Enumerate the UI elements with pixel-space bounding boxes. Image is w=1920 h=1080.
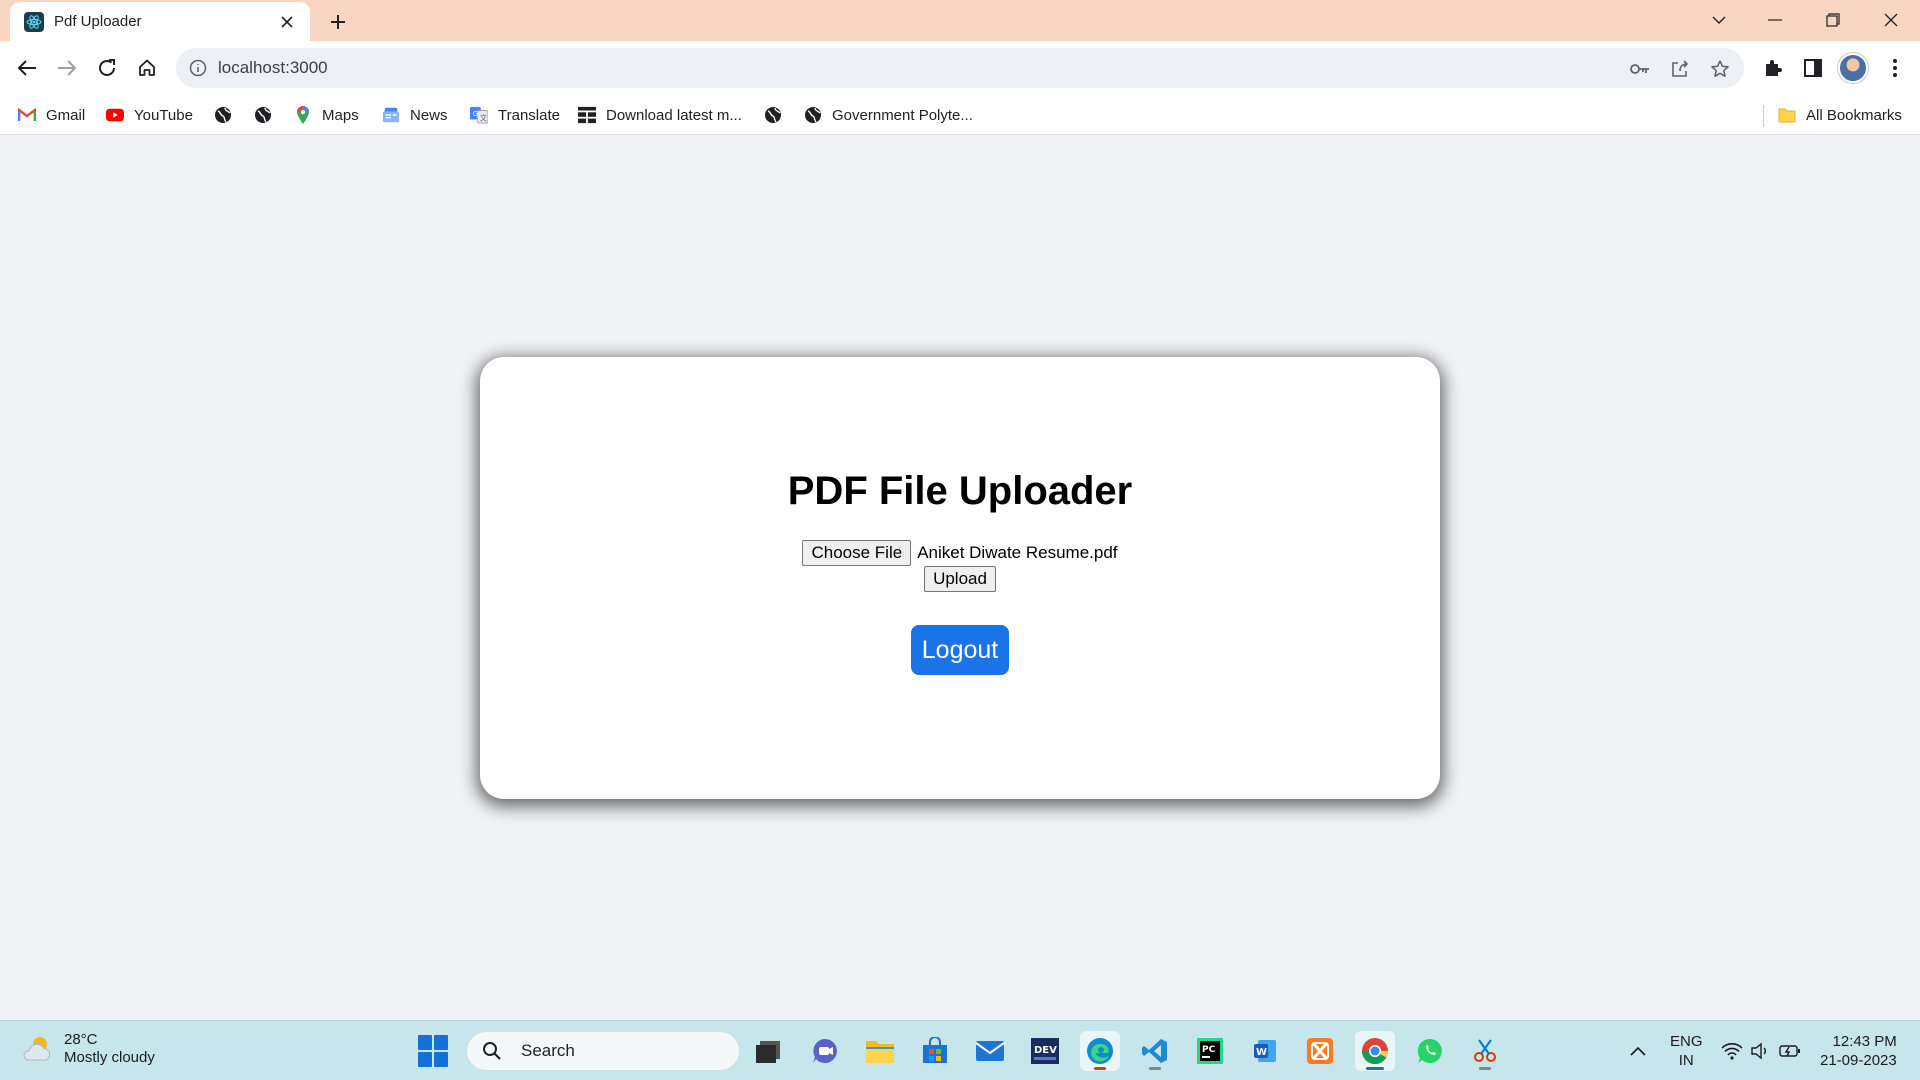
file-explorer-icon[interactable] xyxy=(860,1031,900,1071)
partly-cloudy-icon xyxy=(20,1032,54,1066)
whatsapp-icon[interactable] xyxy=(1410,1031,1450,1071)
bookmark-translate[interactable]: G文 Translate xyxy=(470,103,560,127)
all-bookmarks-button[interactable]: All Bookmarks xyxy=(1778,103,1902,127)
windows-taskbar: 28°C Mostly cloudy Search DEV PC W ENG I… xyxy=(0,1020,1920,1080)
clock-date: 21-09-2023 xyxy=(1820,1052,1897,1069)
search-label: Search xyxy=(521,1041,575,1060)
bookmarks-divider xyxy=(1763,105,1764,127)
dev-tools-icon[interactable]: DEV xyxy=(1025,1031,1065,1071)
tab-search-icon[interactable] xyxy=(1702,4,1736,36)
key-icon[interactable] xyxy=(1628,57,1652,81)
bookmark-gmail[interactable]: Gmail xyxy=(18,103,85,127)
clock-time: 12:43 PM xyxy=(1832,1033,1897,1050)
running-indicator xyxy=(1149,1067,1161,1070)
bookmark-globe-3[interactable] xyxy=(764,103,792,127)
globe-icon xyxy=(804,106,822,124)
windows-start-icon[interactable] xyxy=(418,1035,450,1067)
site-info-icon[interactable] xyxy=(188,58,208,78)
vscode-icon[interactable] xyxy=(1135,1031,1175,1071)
globe-icon xyxy=(214,106,232,124)
svg-text:W: W xyxy=(1256,1047,1267,1058)
youtube-icon xyxy=(106,106,124,124)
back-arrow-icon[interactable] xyxy=(11,52,43,84)
wifi-icon[interactable] xyxy=(1720,1039,1744,1063)
more-options-icon[interactable] xyxy=(1880,53,1910,83)
download-site-icon xyxy=(578,106,596,124)
folder-icon xyxy=(1778,106,1796,124)
bookmark-government-polytechnic[interactable]: Government Polyte... xyxy=(804,103,973,127)
weather-widget[interactable]: 28°C Mostly cloudy xyxy=(20,1031,155,1067)
bookmark-maps[interactable]: Maps xyxy=(294,103,359,127)
task-view-icon[interactable] xyxy=(748,1031,788,1071)
maps-icon xyxy=(294,106,312,124)
share-icon[interactable] xyxy=(1668,57,1692,81)
reload-icon[interactable] xyxy=(91,52,123,84)
bookmark-download[interactable]: Download latest m... xyxy=(578,103,742,127)
search-icon xyxy=(481,1040,503,1062)
running-indicator xyxy=(1094,1067,1106,1070)
globe-icon xyxy=(764,106,782,124)
mail-icon[interactable] xyxy=(970,1031,1010,1071)
snipping-tool-icon[interactable] xyxy=(1465,1031,1505,1071)
minimize-icon[interactable] xyxy=(1758,4,1792,36)
taskbar-search[interactable]: Search xyxy=(466,1031,740,1071)
pycharm-icon[interactable]: PC xyxy=(1190,1031,1230,1071)
volume-icon[interactable] xyxy=(1748,1039,1772,1063)
close-tab-icon[interactable] xyxy=(276,11,298,33)
bookmark-star-icon[interactable] xyxy=(1708,57,1732,81)
bookmark-news[interactable]: News xyxy=(382,103,448,127)
tab-title: Pdf Uploader xyxy=(54,13,142,30)
word-icon[interactable]: W xyxy=(1245,1031,1285,1071)
browser-toolbar: localhost:3000 xyxy=(0,41,1920,95)
temperature: 28°C xyxy=(64,1031,98,1048)
svg-text:PC: PC xyxy=(1202,1045,1216,1055)
browser-title-bar: Pdf Uploader xyxy=(0,0,1920,41)
globe-icon xyxy=(254,106,272,124)
xampp-icon[interactable] xyxy=(1300,1031,1340,1071)
forward-arrow-icon[interactable] xyxy=(51,52,83,84)
svg-text:DEV: DEV xyxy=(1034,1045,1057,1056)
react-icon xyxy=(24,11,44,32)
profile-avatar[interactable] xyxy=(1838,53,1868,83)
side-panel-icon[interactable] xyxy=(1798,53,1828,83)
choose-file-button[interactable]: Choose File xyxy=(802,540,912,566)
teams-icon[interactable] xyxy=(805,1031,845,1071)
gmail-icon xyxy=(18,106,36,124)
home-icon[interactable] xyxy=(131,52,163,84)
url-text: localhost:3000 xyxy=(218,58,328,77)
page-viewport: PDF File Uploader Choose File Aniket Diw… xyxy=(0,136,1920,1020)
translate-icon: G文 xyxy=(470,106,488,124)
bookmark-youtube[interactable]: YouTube xyxy=(106,103,193,127)
close-window-icon[interactable] xyxy=(1874,4,1908,36)
bookmark-globe-1[interactable] xyxy=(214,103,242,127)
show-hidden-icons-chevron-icon[interactable] xyxy=(1626,1039,1650,1063)
edge-icon[interactable] xyxy=(1080,1031,1120,1071)
new-tab-icon[interactable] xyxy=(324,8,352,36)
bookmark-globe-2[interactable] xyxy=(254,103,282,127)
chrome-icon[interactable] xyxy=(1355,1031,1395,1071)
browser-tab[interactable]: Pdf Uploader xyxy=(10,2,310,41)
weather-condition: Mostly cloudy xyxy=(64,1049,155,1066)
system-clock[interactable]: 12:43 PM 21-09-2023 xyxy=(1820,1032,1897,1070)
bookmarks-bar: Gmail YouTube Maps News G文 Translate Dow… xyxy=(0,95,1920,135)
upload-button[interactable]: Upload xyxy=(924,566,996,592)
language-indicator[interactable]: ENG IN xyxy=(1670,1032,1703,1070)
running-indicator xyxy=(1366,1067,1384,1070)
restore-icon[interactable] xyxy=(1816,4,1850,36)
svg-text:文: 文 xyxy=(480,113,487,122)
file-input[interactable]: Choose File Aniket Diwate Resume.pdf xyxy=(480,540,1440,566)
running-indicator xyxy=(1479,1067,1491,1070)
store-icon[interactable] xyxy=(915,1031,955,1071)
logout-button[interactable]: Logout xyxy=(911,625,1009,675)
selected-file-name: Aniket Diwate Resume.pdf xyxy=(917,543,1118,562)
news-icon xyxy=(382,106,400,124)
battery-icon[interactable] xyxy=(1778,1039,1802,1063)
extensions-icon[interactable] xyxy=(1758,53,1788,83)
svg-text:G: G xyxy=(473,109,479,118)
page-title: PDF File Uploader xyxy=(787,469,1133,513)
address-bar[interactable]: localhost:3000 xyxy=(176,48,1744,88)
uploader-card: PDF File Uploader Choose File Aniket Diw… xyxy=(480,357,1440,799)
